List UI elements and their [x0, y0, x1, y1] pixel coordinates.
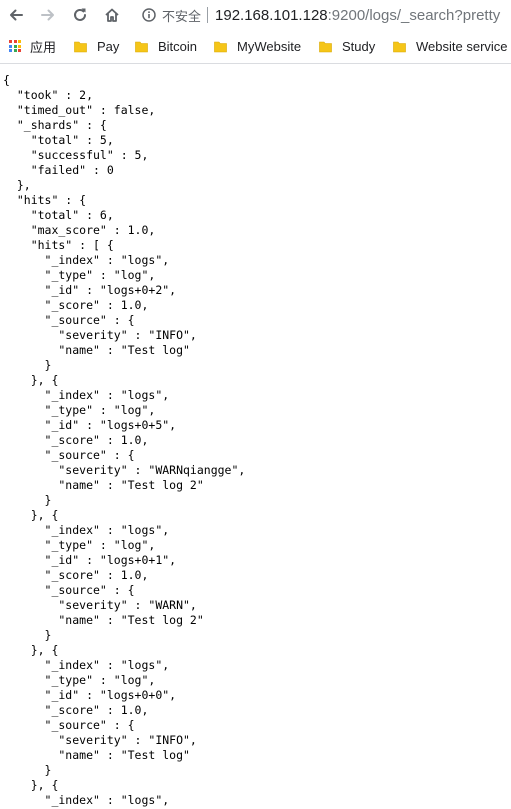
security-status-label[interactable]: 不安全: [162, 6, 201, 25]
bookmark-pay[interactable]: Pay: [74, 36, 119, 56]
bookmark-label: Bitcoin: [158, 38, 198, 54]
bookmark-bitcoin[interactable]: Bitcoin: [135, 36, 197, 56]
forward-button[interactable]: [36, 3, 60, 27]
bookmarks-bar: 应用 Pay Bitcoin MyWebsite Study Website s…: [0, 32, 511, 60]
folder-icon: [319, 40, 332, 53]
back-button[interactable]: [4, 3, 28, 27]
json-response-text: { "took" : 2, "timed_out" : false, "_sha…: [3, 73, 246, 807]
bookmark-study[interactable]: Study: [319, 36, 375, 56]
home-icon: [105, 8, 119, 22]
bookmark-label: 应用: [30, 39, 57, 55]
bookmark-website-service[interactable]: Website service p: [393, 36, 511, 56]
reload-icon: [74, 8, 86, 21]
info-circle-icon[interactable]: [142, 8, 156, 22]
page-content: { "took" : 2, "timed_out" : false, "_sha…: [0, 64, 511, 809]
bookmark-label: MyWebsite: [237, 38, 302, 54]
reload-button[interactable]: [68, 3, 92, 27]
apps-grid-icon: [9, 40, 21, 52]
url-separator: [207, 7, 209, 23]
folder-icon: [214, 40, 227, 53]
bookmark-label: Website service p: [416, 38, 511, 54]
bookmark-label: Pay: [97, 38, 120, 54]
forward-arrow-icon: [41, 9, 54, 21]
browser-toolbar: 不安全 192.168.101.128:9200/logs/_search?pr…: [0, 0, 511, 30]
bookmark-apps[interactable]: 应用: [9, 36, 56, 56]
home-button[interactable]: [100, 3, 124, 27]
bookmark-mywebsite[interactable]: MyWebsite: [214, 36, 301, 56]
bookmark-label: Study: [342, 38, 376, 54]
url-host[interactable]: 192.168.101.128: [215, 7, 328, 24]
folder-icon: [393, 40, 406, 53]
back-arrow-icon: [10, 9, 23, 21]
address-bar[interactable]: 不安全 192.168.101.128:9200/logs/_search?pr…: [136, 2, 511, 28]
folder-icon: [74, 40, 87, 53]
folder-icon: [135, 40, 148, 53]
url-path[interactable]: :9200/logs/_search?pretty: [328, 7, 501, 24]
